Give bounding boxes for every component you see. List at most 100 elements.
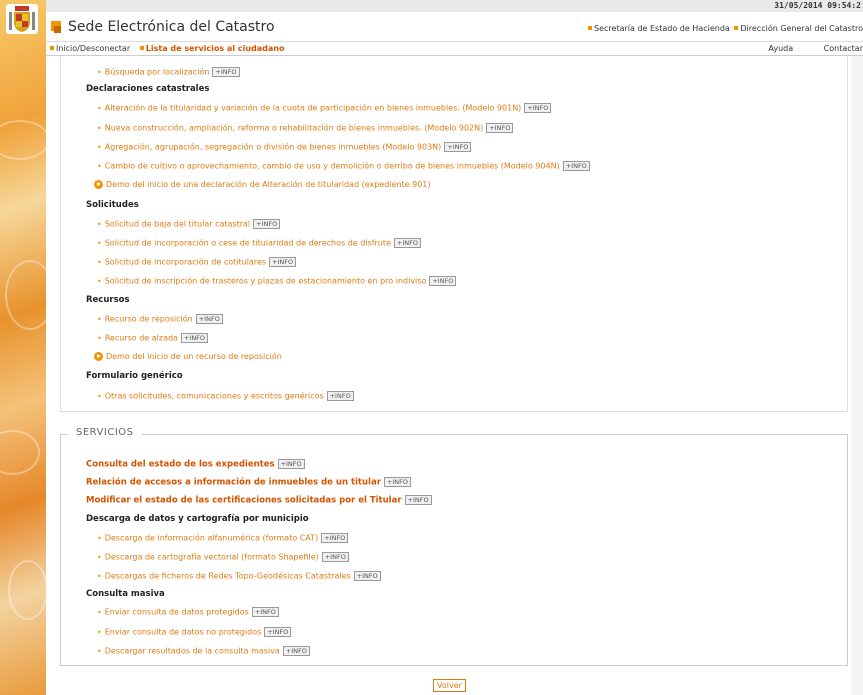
decorative-side-banner [0, 0, 55, 695]
bullet-icon: • [97, 219, 102, 229]
bullet-icon: • [97, 627, 102, 637]
info-button[interactable]: +INFO [251, 607, 279, 617]
modelo-902n-link[interactable]: Nueva construcción, ampliación, reforma … [105, 124, 484, 133]
solicitud-derechos-disfrute-link[interactable]: Solicitud de incorporación o cese de tit… [105, 239, 391, 248]
section-heading: Declaraciones catastrales [86, 84, 210, 94]
section-heading: Consulta masiva [86, 589, 165, 599]
info-button[interactable]: +INFO [253, 219, 281, 229]
consulta-datos-protegidos-link[interactable]: Enviar consulta de datos protegidos [105, 608, 249, 617]
bullet-icon: • [97, 257, 102, 267]
modelo-903n-link[interactable]: Agregación, agrupación, segregación o di… [105, 143, 442, 152]
servicios-legend: SERVICIOS [68, 427, 142, 438]
info-button[interactable]: +INFO [277, 459, 305, 469]
info-button[interactable]: +INFO [444, 142, 472, 152]
demo-alteracion-titularidad-link[interactable]: Demo del inicio de una declaración de Al… [106, 180, 431, 189]
list-item: Consulta del estado de los expedientes +I… [86, 459, 305, 470]
info-button[interactable]: +INFO [269, 257, 297, 267]
list-item: • Solicitud de inscripción de trasteros y… [97, 276, 457, 286]
info-button[interactable]: +INFO [383, 477, 411, 487]
link-secretaria-hacienda[interactable]: Secretaría de Estado de Hacienda [594, 24, 730, 33]
bullet-icon: • [97, 314, 102, 324]
descargar-resultados-link[interactable]: Descargar resultados de la consulta masi… [105, 647, 280, 656]
section-heading: Solicitudes [86, 200, 139, 210]
nav-help-link[interactable]: Ayuda [768, 44, 793, 53]
list-item: • Descarga de cartografía vectorial (form… [97, 552, 349, 562]
bullet-icon: • [97, 552, 102, 562]
recurso-reposicion-link[interactable]: Recurso de reposición [105, 315, 193, 324]
otras-solicitudes-link[interactable]: Otras solicitudes, comunicaciones y escr… [105, 392, 324, 401]
info-button[interactable]: +INFO [321, 552, 349, 562]
consulta-estado-expedientes-link[interactable]: Consulta del estado de los expedientes [86, 460, 275, 470]
info-button[interactable]: +INFO [282, 646, 310, 656]
bullet-icon: • [97, 646, 102, 656]
info-button[interactable]: +INFO [404, 495, 432, 505]
info-button[interactable]: +INFO [180, 333, 209, 343]
nav-services-list-link[interactable]: Lista de servicios al ciudadano [146, 44, 285, 53]
decorative-swirl [0, 430, 40, 475]
info-button[interactable]: +INFO [393, 238, 422, 248]
descarga-alfanumerica-link[interactable]: Descarga de información alfanumérica (fo… [105, 534, 319, 543]
info-button[interactable]: +INFO [486, 123, 514, 133]
header-links: Secretaría de Estado de Hacienda Direcci… [586, 24, 863, 33]
section-heading: Recursos [86, 295, 130, 305]
coat-of-arms-logo [6, 4, 38, 34]
list-item: • Descargar resultados de la consulta mas… [97, 646, 310, 656]
solicitud-baja-link[interactable]: Solicitud de baja del titular catastral [105, 220, 250, 229]
vertical-scrollbar[interactable] [851, 56, 863, 695]
bullet-icon: • [97, 276, 102, 286]
list-item: • Recurso de reposición +INFO [97, 314, 223, 324]
modificar-estado-certificaciones-link[interactable]: Modificar el estado de las certificacion… [86, 496, 402, 506]
list-item: Modificar el estado de las certificacion… [86, 495, 432, 506]
play-icon [94, 180, 103, 189]
decorative-swirl [0, 120, 50, 160]
section-heading: Descarga de datos y cartografía por muni… [86, 514, 309, 524]
info-button[interactable]: +INFO [264, 627, 292, 637]
volver-button[interactable]: Volver [433, 679, 466, 692]
relacion-accesos-link[interactable]: Relación de accesos a información de inm… [86, 478, 381, 488]
descarga-redes-geodesicas-link[interactable]: Descargas de ficheros de Redes Topo-Geod… [105, 572, 351, 581]
descarga-shapefile-link[interactable]: Descarga de cartografía vectorial (forma… [105, 553, 319, 562]
link-direccion-catastro[interactable]: Dirección General del Catastro [740, 24, 863, 33]
list-item: • Enviar consulta de datos no protegidos +… [97, 627, 292, 637]
list-item: • Búsqueda por localización +INFO [97, 67, 240, 77]
list-item: • Solicitud de baja del titular catastral… [97, 219, 281, 229]
list-item: • Recurso de alzada +INFO [97, 333, 209, 343]
info-button[interactable]: +INFO [524, 103, 552, 113]
bullet-icon: • [97, 571, 102, 581]
info-button[interactable]: +INFO [562, 161, 590, 171]
play-icon [94, 352, 103, 361]
info-button[interactable]: +INFO [353, 571, 381, 581]
info-button[interactable]: +INFO [429, 276, 457, 286]
solicitud-trasteros-link[interactable]: Solicitud de inscripción de trasteros y … [105, 277, 427, 286]
nav-home-link[interactable]: Inicio/Desconectar [56, 44, 130, 53]
list-item: • Solicitud de incorporación de cotitular… [97, 257, 297, 267]
datetime-text: 31/05/2014 09:54:2 [774, 1, 861, 10]
bullet-icon [139, 46, 144, 50]
modelo-901n-link[interactable]: Alteración de la titularidad y variación… [105, 104, 522, 113]
datetime-bar: 31/05/2014 09:54:2 [46, 0, 863, 12]
modelo-904n-link[interactable]: Cambio de cultivo o aprovechamiento, cam… [105, 162, 560, 171]
list-item: Relación de accesos a información de inm… [86, 477, 411, 488]
info-button[interactable]: +INFO [326, 391, 354, 401]
decorative-swirl [5, 260, 55, 330]
demo-recurso-reposicion-link[interactable]: Demo del inicio de un recurso de reposic… [106, 352, 282, 361]
bullet-icon: • [97, 161, 102, 171]
solicitud-cotitulares-link[interactable]: Solicitud de incorporación de cotitulare… [105, 258, 266, 267]
info-button[interactable]: +INFO [195, 314, 223, 324]
list-item: • Cambio de cultivo o aprovechamiento, ca… [97, 161, 590, 171]
site-logo-icon-accent [54, 26, 61, 33]
info-button[interactable]: +INFO [321, 533, 349, 543]
nav-contact-link[interactable]: Contactar [824, 44, 863, 53]
list-item: • Agregación, agrupación, segregación o d… [97, 142, 472, 152]
bullet-icon: • [97, 238, 102, 248]
list-item: • Otras solicitudes, comunicaciones y esc… [97, 391, 354, 401]
list-item: • Enviar consulta de datos protegidos +INF… [97, 607, 279, 617]
bullet-icon: • [97, 142, 102, 152]
consulta-datos-no-protegidos-link[interactable]: Enviar consulta de datos no protegidos [105, 628, 262, 637]
bullet-icon: • [97, 103, 102, 113]
busqueda-localizacion-link[interactable]: Búsqueda por localización [105, 68, 210, 77]
info-button[interactable]: +INFO [212, 67, 240, 77]
list-item: • Solicitud de incorporación o cese de ti… [97, 238, 422, 248]
bullet-icon [50, 46, 54, 50]
recurso-alzada-link[interactable]: Recurso de alzada [105, 334, 178, 343]
